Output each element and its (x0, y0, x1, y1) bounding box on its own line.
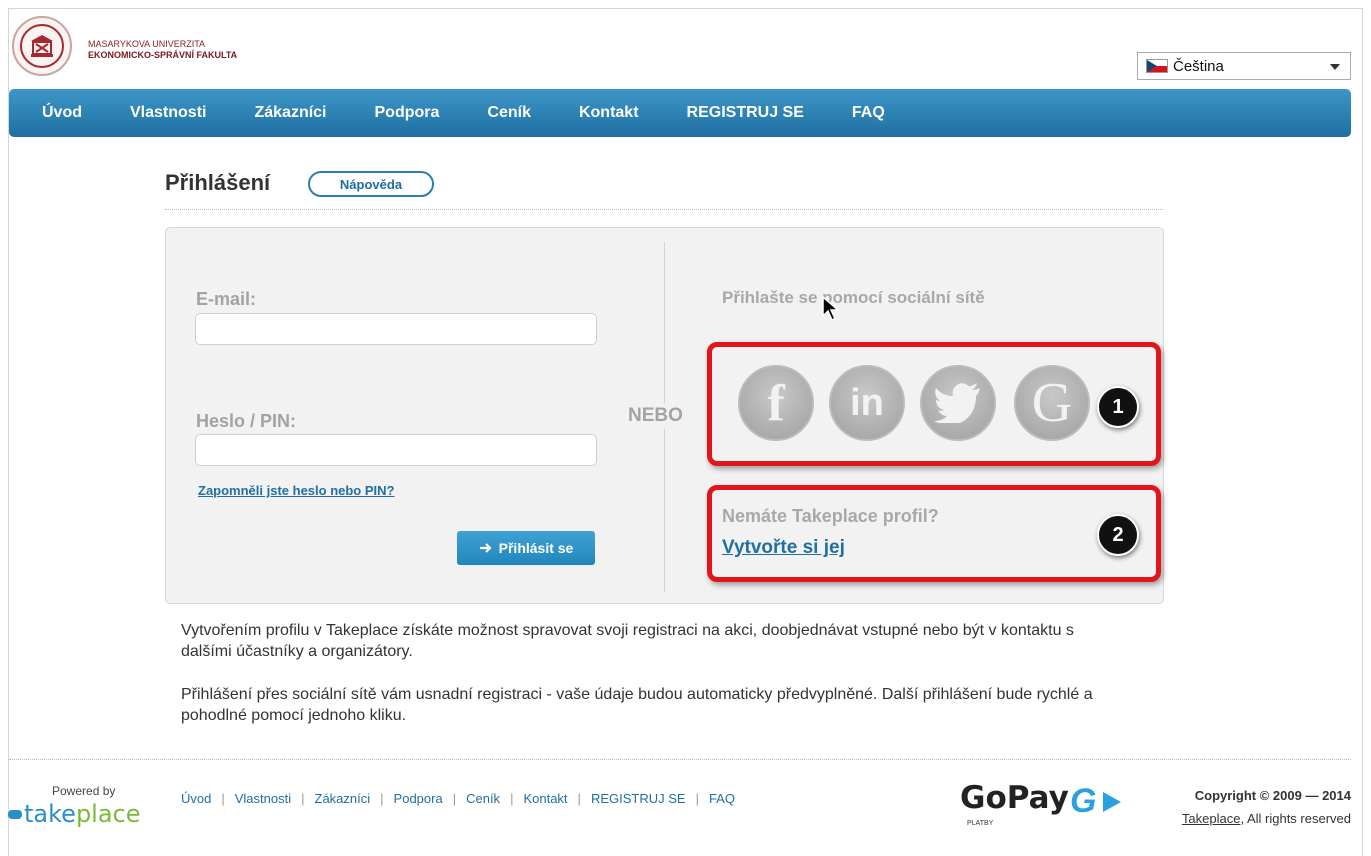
nav-item-cenik[interactable]: Ceník (487, 104, 531, 122)
takeplace-link[interactable]: Takeplace (1182, 811, 1241, 826)
language-select[interactable]: Čeština (1137, 52, 1351, 80)
footer-nav-podpora[interactable]: Podpora (394, 791, 443, 806)
annotation-badge-1: 1 (1097, 386, 1139, 428)
linkedin-icon[interactable]: in (829, 365, 905, 441)
social-login-title: Přihlašte se pomocí sociální sítě (722, 288, 985, 307)
arrow-right-icon (479, 543, 492, 553)
google-icon[interactable]: G (1014, 365, 1090, 441)
twitter-bird-icon (934, 383, 980, 423)
no-profile-text: Nemáte Takeplace profil? (722, 506, 939, 526)
forgot-password-link[interactable]: Zapomněli jste heslo nebo PIN? (198, 483, 394, 498)
takeplace-logo[interactable]: take place (8, 800, 141, 828)
university-name: MASARYKOVA UNIVERZITA EKONOMICKO-SPRÁVNÍ… (88, 39, 237, 61)
language-value: Čeština (1173, 57, 1224, 75)
footer-nav-kontakt[interactable]: Kontakt (523, 791, 567, 806)
page-title: Přihlášení (165, 170, 271, 195)
password-label: Heslo / PIN: (196, 411, 297, 431)
facebook-icon[interactable]: f (738, 365, 814, 441)
copyright-text: Copyright © 2009 — 2014 (1194, 788, 1351, 803)
or-separator: NEBO (628, 403, 683, 429)
mouse-cursor-icon (822, 296, 840, 322)
nav-item-faq[interactable]: FAQ (852, 104, 885, 122)
email-field[interactable] (195, 313, 597, 345)
rights-text: , All rights reserved (1240, 811, 1351, 826)
login-button[interactable]: Přihlásit se (457, 531, 595, 565)
university-line2: EKONOMICKO-SPRÁVNÍ FAKULTA (88, 50, 238, 60)
description-paragraph-2: Přihlášení přes sociální sítě vám usnadn… (181, 686, 1093, 724)
chevron-down-icon (1330, 64, 1340, 70)
gopay-subtext: PLATBY (967, 820, 994, 827)
title-divider (165, 209, 1163, 210)
footer-nav-uvod[interactable]: Úvod (181, 791, 211, 806)
powered-by-text: Powered by (52, 784, 116, 798)
university-line1: MASARYKOVA UNIVERZITA (88, 39, 206, 49)
gopay-arrow-icon (1103, 792, 1121, 812)
footer-nav-faq[interactable]: FAQ (709, 791, 735, 806)
footer-nav-vlastnosti[interactable]: Vlastnosti (235, 791, 291, 806)
university-logo[interactable] (12, 16, 72, 76)
create-profile-link[interactable]: Vytvořte si jej (722, 537, 845, 559)
logo-emblem (20, 24, 64, 68)
copyright-block: Copyright © 2009 — 2014 Takeplace, All r… (1182, 784, 1351, 830)
footer-nav: Úvod | Vlastnosti | Zákazníci | Podpora | Ce… (181, 791, 735, 806)
takeplace-logo-take: take (24, 800, 76, 828)
nav-item-podpora[interactable]: Podpora (375, 104, 440, 122)
login-button-label: Přihlásit se (498, 540, 574, 556)
building-icon (31, 35, 53, 57)
description-paragraph-1: Vytvořením profilu v Takeplace získáte m… (181, 622, 1074, 660)
footer-nav-registruj[interactable]: REGISTRUJ SE (591, 791, 686, 806)
czech-flag-icon (1146, 59, 1168, 73)
nav-item-zakaznici[interactable]: Zákazníci (254, 104, 326, 122)
gopay-text: GoPay (960, 780, 1069, 816)
footer-nav-zakaznici[interactable]: Zákazníci (315, 791, 371, 806)
nav-item-kontakt[interactable]: Kontakt (579, 104, 639, 122)
password-field[interactable] (195, 434, 597, 466)
main-nav: Úvod Vlastnosti Zákazníci Podpora Ceník … (9, 89, 1351, 137)
nav-item-uvod[interactable]: Úvod (42, 104, 82, 122)
email-label: E-mail: (196, 289, 257, 309)
rights-line: Takeplace, All rights reserved (1182, 807, 1351, 830)
nav-item-registruj[interactable]: REGISTRUJ SE (687, 104, 804, 122)
nav-item-vlastnosti[interactable]: Vlastnosti (130, 104, 206, 122)
annotation-badge-2: 2 (1097, 514, 1139, 556)
gopay-logo: GoPay PLATBY G (960, 780, 1121, 827)
help-button[interactable]: Nápověda (308, 171, 434, 197)
twitter-icon[interactable] (920, 365, 996, 441)
footer-divider (9, 759, 1351, 760)
annotation-highlight-register (707, 485, 1161, 582)
footer-nav-cenik[interactable]: Ceník (466, 791, 500, 806)
takeplace-mark-icon (8, 809, 22, 819)
gopay-g-icon: G (1070, 782, 1097, 820)
takeplace-logo-place: place (75, 800, 141, 828)
